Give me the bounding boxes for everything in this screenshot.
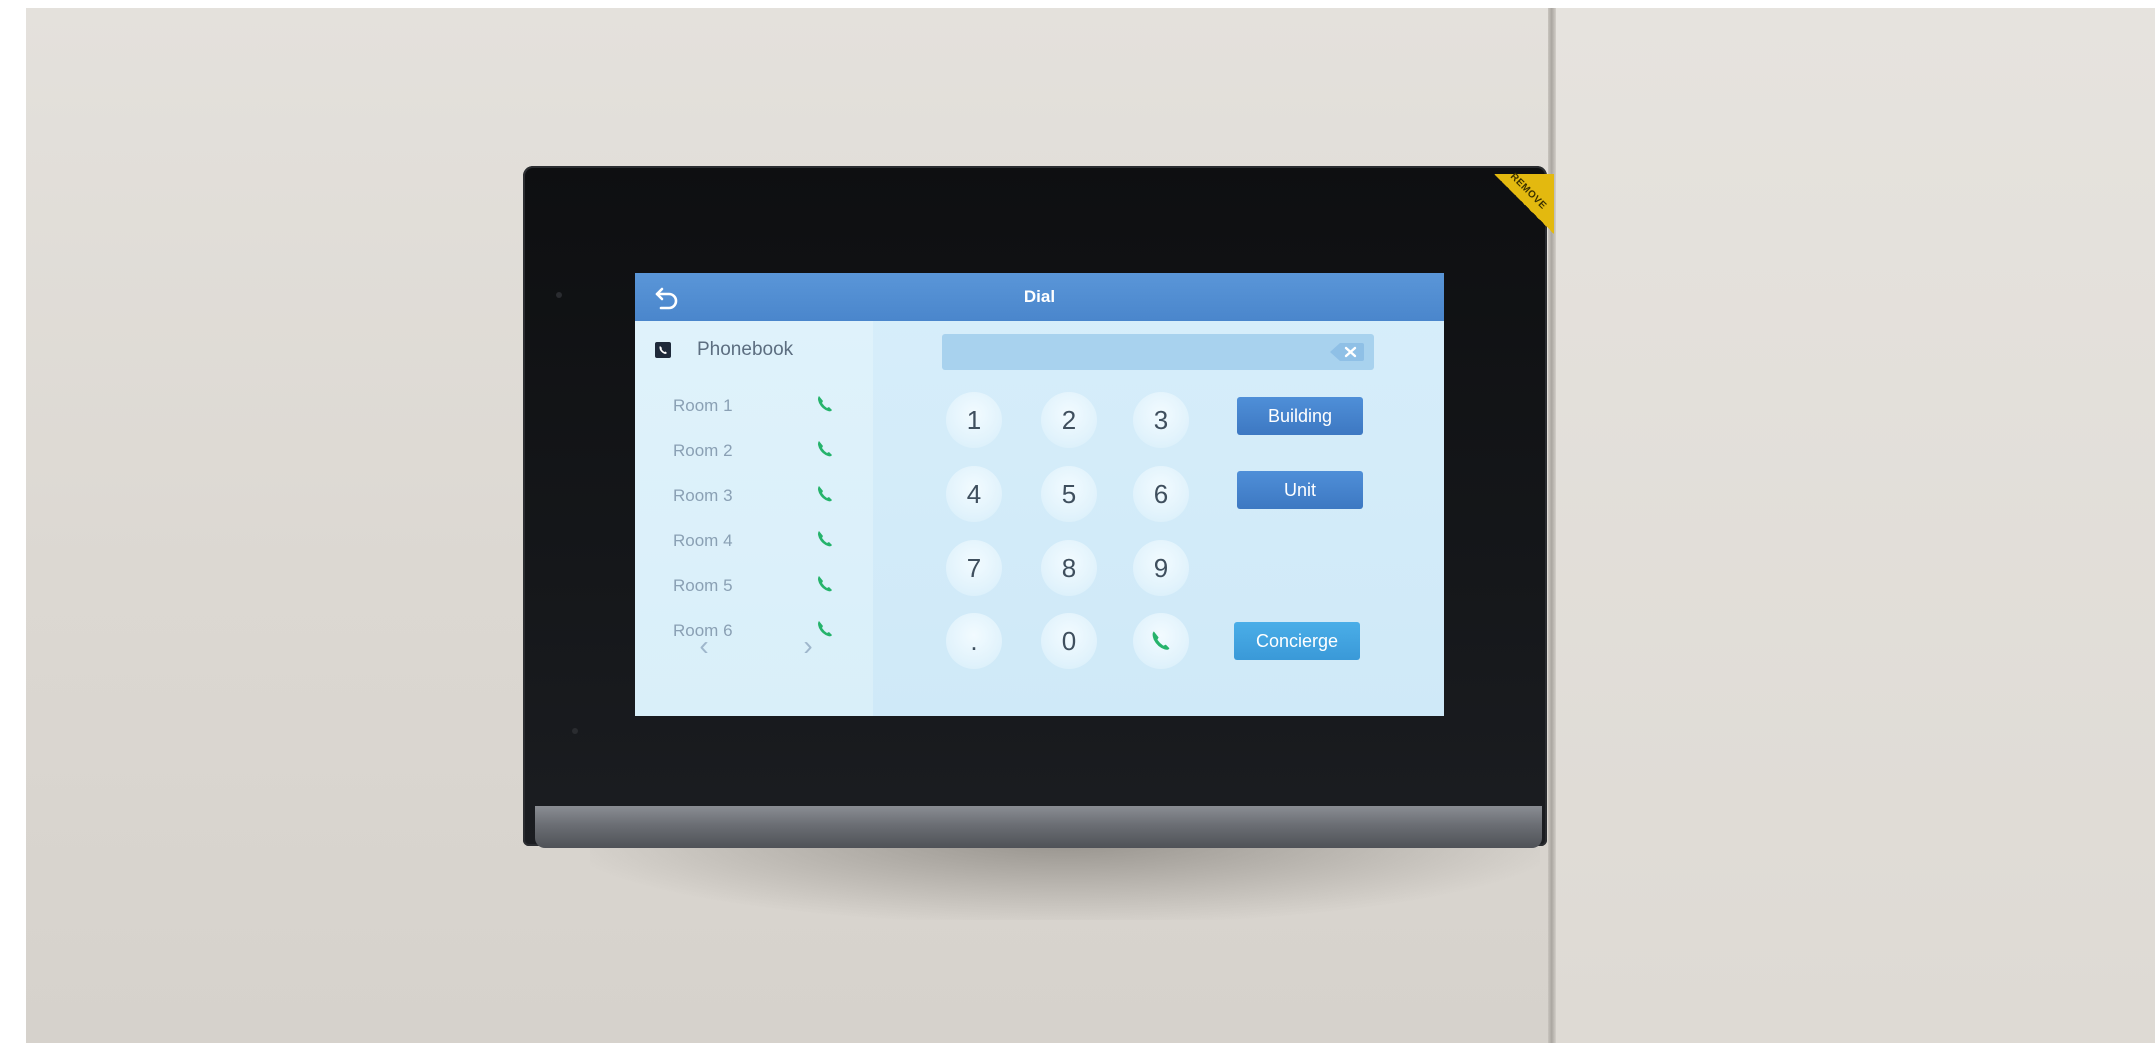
title-bar: Dial — [635, 273, 1444, 321]
phone-call-icon[interactable] — [815, 484, 835, 504]
device-bottom-bezel — [535, 806, 1542, 848]
room-name: Room 4 — [673, 531, 733, 550]
room-name: Room 3 — [673, 486, 733, 505]
phonebook-item-room-4[interactable]: Room 4 — [635, 521, 873, 559]
sensor-dot — [556, 292, 562, 298]
phonebook-panel: Phonebook Room 1 Room 2 Room 3 Room 4 Ro… — [635, 321, 873, 716]
building-button[interactable]: Building — [1237, 397, 1363, 435]
sensor-dot — [572, 728, 578, 734]
phone-call-icon[interactable] — [815, 574, 835, 594]
phonebook-item-room-6[interactable]: Room 6 — [635, 611, 873, 649]
keypad-key-8[interactable]: 8 — [1041, 540, 1097, 596]
phonebook-icon — [655, 342, 671, 358]
wall-seam — [1548, 8, 1556, 1043]
phonebook-item-room-3[interactable]: Room 3 — [635, 476, 873, 514]
keypad-key-1[interactable]: 1 — [946, 392, 1002, 448]
phone-call-icon[interactable] — [815, 529, 835, 549]
unit-button[interactable]: Unit — [1237, 471, 1363, 509]
back-arrow-icon[interactable] — [653, 283, 681, 311]
keypad-key-2[interactable]: 2 — [1041, 392, 1097, 448]
call-button[interactable] — [1133, 613, 1189, 669]
chevron-left-icon[interactable]: ‹ — [691, 631, 717, 661]
phone-call-icon[interactable] — [815, 394, 835, 414]
backspace-icon[interactable] — [1328, 341, 1366, 363]
chevron-right-icon[interactable]: › — [795, 631, 821, 661]
keypad-key-3[interactable]: 3 — [1133, 392, 1189, 448]
keypad-key-7[interactable]: 7 — [946, 540, 1002, 596]
keypad-key-5[interactable]: 5 — [1041, 466, 1097, 522]
room-name: Room 2 — [673, 441, 733, 460]
phonebook-label: Phonebook — [697, 339, 794, 360]
phone-call-icon[interactable] — [815, 439, 835, 459]
keypad-key-0[interactable]: 0 — [1041, 613, 1097, 669]
phone-call-icon — [1152, 631, 1170, 650]
phonebook-item-room-2[interactable]: Room 2 — [635, 431, 873, 469]
keypad-key-4[interactable]: 4 — [946, 466, 1002, 522]
room-name: Room 1 — [673, 396, 733, 415]
phonebook-item-room-1[interactable]: Room 1 — [635, 386, 873, 424]
room-name: Room 5 — [673, 576, 733, 595]
keypad-key-dot[interactable]: . — [946, 613, 1002, 669]
dial-screen: Dial Phonebook Room 1 Room 2 Room 3 Room… — [635, 273, 1444, 716]
dial-input-field[interactable] — [942, 334, 1374, 370]
page-title: Dial — [1023, 287, 1056, 306]
wall-right — [1556, 8, 2155, 1043]
phonebook-item-room-5[interactable]: Room 5 — [635, 566, 873, 604]
concierge-button[interactable]: Concierge — [1234, 622, 1360, 660]
keypad-key-6[interactable]: 6 — [1133, 466, 1189, 522]
keypad-key-9[interactable]: 9 — [1133, 540, 1189, 596]
